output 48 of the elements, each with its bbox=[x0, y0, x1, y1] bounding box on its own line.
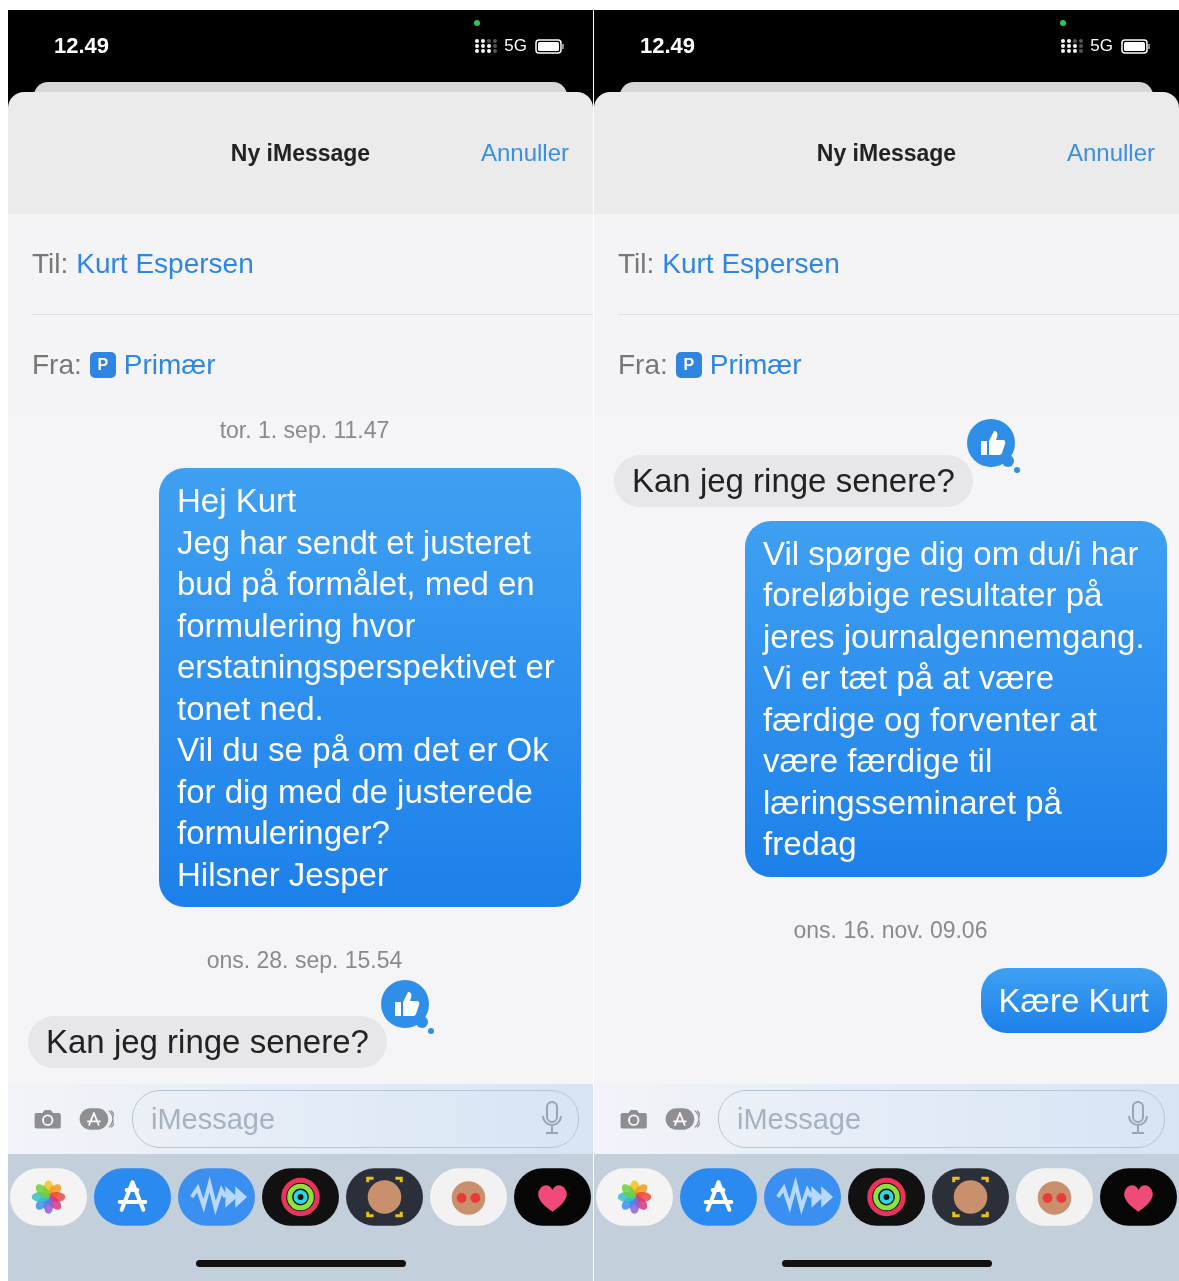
microphone-icon[interactable] bbox=[1127, 1101, 1149, 1135]
camera-indicator-dot bbox=[1060, 20, 1066, 26]
network-type: 5G bbox=[504, 36, 527, 56]
app-store-icon[interactable] bbox=[680, 1168, 757, 1226]
audio-message-icon[interactable] bbox=[178, 1168, 255, 1226]
photos-app-icon[interactable] bbox=[10, 1168, 87, 1226]
sender-line[interactable]: Primær bbox=[123, 349, 216, 381]
cancel-button[interactable]: Annuller bbox=[480, 139, 569, 167]
recipient-name[interactable]: Kurt Espersen bbox=[76, 248, 254, 280]
sheet-title: Ny iMessage bbox=[230, 139, 371, 167]
line-badge: P bbox=[89, 352, 116, 378]
microphone-icon[interactable] bbox=[541, 1101, 563, 1135]
message-input-field[interactable]: iMessage bbox=[718, 1090, 1165, 1148]
sent-message-bubble[interactable]: Kære Kurt bbox=[980, 967, 1167, 1033]
camera-indicator-dot bbox=[474, 20, 480, 26]
line-badge: P bbox=[675, 352, 702, 378]
app-store-icon[interactable] bbox=[94, 1168, 171, 1226]
to-label: Til: bbox=[618, 248, 655, 280]
battery-icon bbox=[1121, 38, 1151, 54]
audio-message-icon[interactable] bbox=[764, 1168, 841, 1226]
cancel-button[interactable]: Annuller bbox=[1066, 139, 1155, 167]
sheet-title: Ny iMessage bbox=[816, 139, 957, 167]
cellular-signal-icon bbox=[474, 38, 499, 54]
avatar-silhouette-icon[interactable] bbox=[346, 1168, 423, 1226]
received-message-bubble[interactable]: Kan jeg ringe senere? bbox=[614, 455, 973, 507]
battery-icon bbox=[535, 38, 565, 54]
status-time: 12.49 bbox=[640, 33, 697, 59]
message-timestamp: ons. 28. sep. 15.54 bbox=[206, 947, 403, 974]
sent-message-bubble[interactable]: Hej Kurt Jeg har sendt et justeret bud på formålet, med en formulering hvor erstatningsperspektivet er tonet ned. Vil du se på om det er Ok for dig med de justerede formuleringer? Hilsner Jesper bbox=[159, 468, 581, 907]
sent-message-bubble[interactable]: Vil spørge dig om du/i har foreløbige resultater på jeres journalgennemgang. Vi er tæt på at være færdige og forventer at være færdige til læringsseminaret på fredag bbox=[745, 520, 1167, 877]
message-timestamp: tor. 1. sep. 11.47 bbox=[219, 417, 390, 444]
photos-app-icon[interactable] bbox=[596, 1168, 673, 1226]
avatar-silhouette-icon[interactable] bbox=[932, 1168, 1009, 1226]
recipient-name[interactable]: Kurt Espersen bbox=[662, 248, 840, 280]
activity-rings-icon[interactable] bbox=[262, 1168, 339, 1226]
activity-rings-icon[interactable] bbox=[848, 1168, 925, 1226]
heart-app-icon[interactable] bbox=[1100, 1168, 1177, 1226]
from-label: Fra: bbox=[32, 349, 82, 381]
status-time: 12.49 bbox=[54, 33, 111, 59]
heart-app-icon[interactable] bbox=[514, 1168, 591, 1226]
to-label: Til: bbox=[32, 248, 69, 280]
received-message-bubble[interactable]: Kan jeg ringe senere? bbox=[28, 1016, 387, 1068]
cellular-signal-icon bbox=[1060, 38, 1085, 54]
from-label: Fra: bbox=[618, 349, 668, 381]
message-input-field[interactable]: iMessage bbox=[132, 1090, 579, 1148]
message-timestamp: ons. 16. nov. 09.06 bbox=[793, 916, 988, 944]
network-type: 5G bbox=[1090, 36, 1113, 56]
sender-line[interactable]: Primær bbox=[709, 349, 802, 381]
